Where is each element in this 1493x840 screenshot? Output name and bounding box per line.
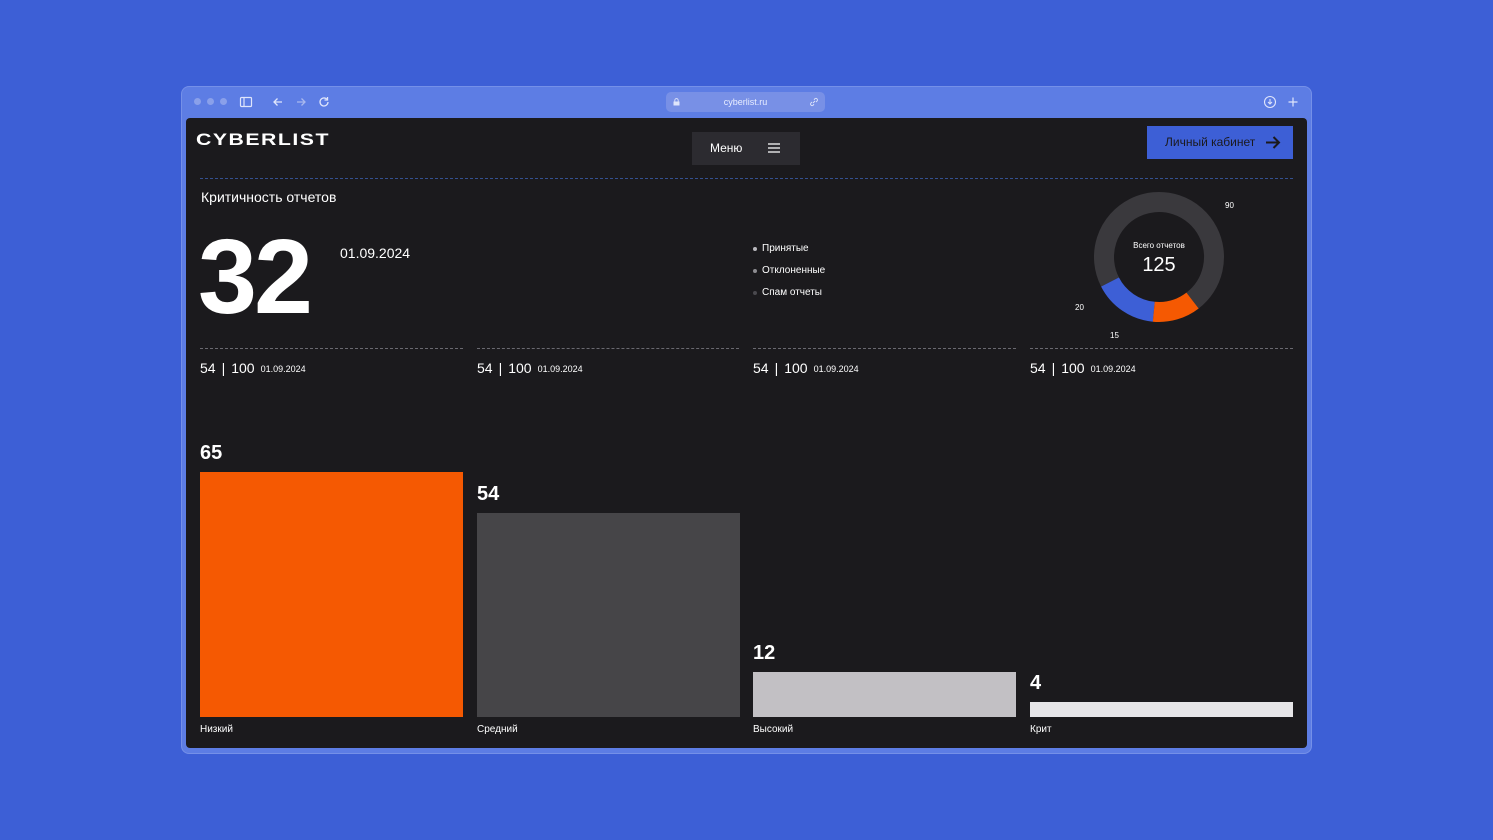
bar-value-label: 4: [1030, 672, 1042, 694]
donut-total: 125: [1142, 254, 1175, 276]
bar-value-label: 65: [200, 442, 223, 464]
stat-separator: |: [1051, 360, 1056, 376]
stat-value-b: 100: [1061, 360, 1085, 376]
section-title: Критичность отчетов: [201, 189, 337, 205]
stat-divider: [1030, 348, 1293, 349]
stat-value-a: 54: [477, 360, 493, 376]
stat-date: 01.09.2024: [537, 364, 583, 374]
legend-label: Принятые: [762, 243, 809, 254]
legend-label: Отклоненные: [762, 265, 826, 276]
menu-button-label: Меню: [710, 141, 743, 155]
maximize-window-dot[interactable]: [220, 98, 227, 105]
new-tab-icon[interactable]: [1286, 95, 1300, 109]
menu-button[interactable]: Меню: [692, 132, 800, 165]
legend-dot: [753, 291, 757, 295]
stat-divider: [753, 348, 1016, 349]
bar-value-label: 12: [753, 642, 776, 664]
bar-3: [1030, 702, 1293, 717]
hamburger-icon: [768, 143, 780, 153]
donut-label-20: 20: [1075, 303, 1084, 312]
stat-value-a: 54: [1030, 360, 1046, 376]
browser-window: cyberlist.ru CYBERLIST Меню Личный кабин…: [181, 86, 1312, 754]
browser-toolbar: cyberlist.ru: [181, 86, 1312, 118]
stat-value-a: 54: [200, 360, 216, 376]
lock-icon: [673, 98, 680, 106]
address-bar[interactable]: cyberlist.ru: [666, 92, 825, 112]
bar-category-label: Средний: [477, 724, 518, 735]
stat-block: 54 | 100 01.09.2024: [200, 360, 306, 376]
close-window-dot[interactable]: [194, 98, 201, 105]
stat-value-b: 100: [508, 360, 532, 376]
donut-legend: Принятые Отклоненные Спам отчеты: [753, 242, 825, 308]
forward-arrow-icon[interactable]: [294, 95, 308, 109]
legend-item-accepted: Принятые: [753, 242, 825, 264]
stat-divider: [477, 348, 739, 349]
stat-separator: |: [221, 360, 226, 376]
legend-label: Спам отчеты: [762, 287, 822, 298]
bar-category-label: Крит: [1030, 724, 1052, 735]
donut-label-90: 90: [1225, 201, 1234, 210]
stat-block: 54 | 100 01.09.2024: [477, 360, 583, 376]
stat-block: 54 | 100 01.09.2024: [753, 360, 859, 376]
legend-dot: [753, 247, 757, 251]
stat-date: 01.09.2024: [260, 364, 306, 374]
stat-separator: |: [774, 360, 779, 376]
stat-divider: [200, 348, 463, 349]
reload-icon[interactable]: [317, 95, 331, 109]
donut-chart: Всего отчетов 125: [1094, 192, 1225, 322]
bar-0: [200, 472, 463, 717]
bar-2: [753, 672, 1016, 717]
stat-date: 01.09.2024: [813, 364, 859, 374]
stat-separator: |: [498, 360, 503, 376]
bar-category-label: Высокий: [753, 724, 794, 735]
download-icon[interactable]: [1263, 95, 1277, 109]
header-divider: [200, 178, 1293, 179]
url-text: cyberlist.ru: [723, 97, 768, 107]
bar-value-label: 54: [477, 483, 500, 505]
link-icon[interactable]: [809, 97, 819, 107]
personal-cabinet-button[interactable]: Личный кабинет: [1147, 126, 1293, 159]
legend-dot: [753, 269, 757, 273]
stat-value-b: 100: [784, 360, 808, 376]
cyberlist-logo[interactable]: CYBERLIST: [196, 130, 330, 150]
legend-item-spam: Спам отчеты: [753, 286, 825, 308]
stat-value-b: 100: [231, 360, 255, 376]
bar-1: [477, 513, 740, 717]
arrow-right-icon: [1266, 136, 1281, 149]
app-page: CYBERLIST Меню Личный кабинет Критичност…: [186, 118, 1307, 748]
donut-center-label: Всего отчетов: [1133, 241, 1185, 250]
stat-block: 54 | 100 01.09.2024: [1030, 360, 1136, 376]
report-count: 32: [198, 218, 313, 336]
stat-date: 01.09.2024: [1090, 364, 1136, 374]
donut-label-15: 15: [1110, 331, 1119, 340]
stat-value-a: 54: [753, 360, 769, 376]
back-arrow-icon[interactable]: [271, 95, 285, 109]
bar-category-label: Низкий: [200, 724, 233, 735]
sidebar-toggle-icon[interactable]: [239, 95, 253, 109]
legend-item-rejected: Отклоненные: [753, 264, 825, 286]
cabinet-button-label: Личный кабинет: [1165, 135, 1256, 149]
minimize-window-dot[interactable]: [207, 98, 214, 105]
report-date: 01.09.2024: [340, 245, 411, 261]
